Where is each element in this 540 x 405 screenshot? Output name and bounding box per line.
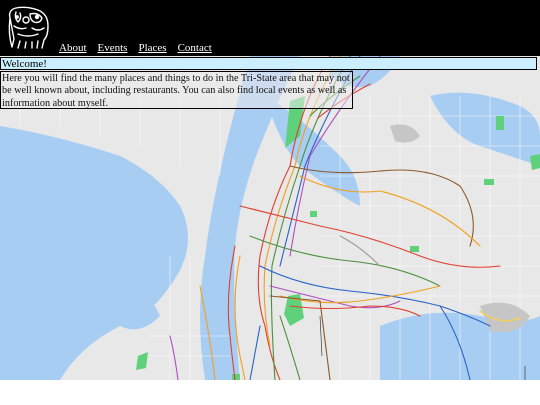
welcome-bar: Welcome! [0,57,537,70]
nav-places-link[interactable]: Places [138,42,166,54]
nav-about-link[interactable]: About [59,42,87,54]
welcome-title: Welcome! [2,58,47,70]
nav-contact-link[interactable]: Contact [178,42,212,54]
nav-events-link[interactable]: Events [98,42,128,54]
intro-box: Here you will find the many places and t… [0,71,353,109]
page-footer [0,380,540,405]
site-header: About Events Places Contact [0,0,540,56]
intro-text: Here you will find the many places and t… [2,73,350,109]
main-nav: About Events Places Contact [59,42,223,54]
creature-logo-icon[interactable] [4,4,52,50]
